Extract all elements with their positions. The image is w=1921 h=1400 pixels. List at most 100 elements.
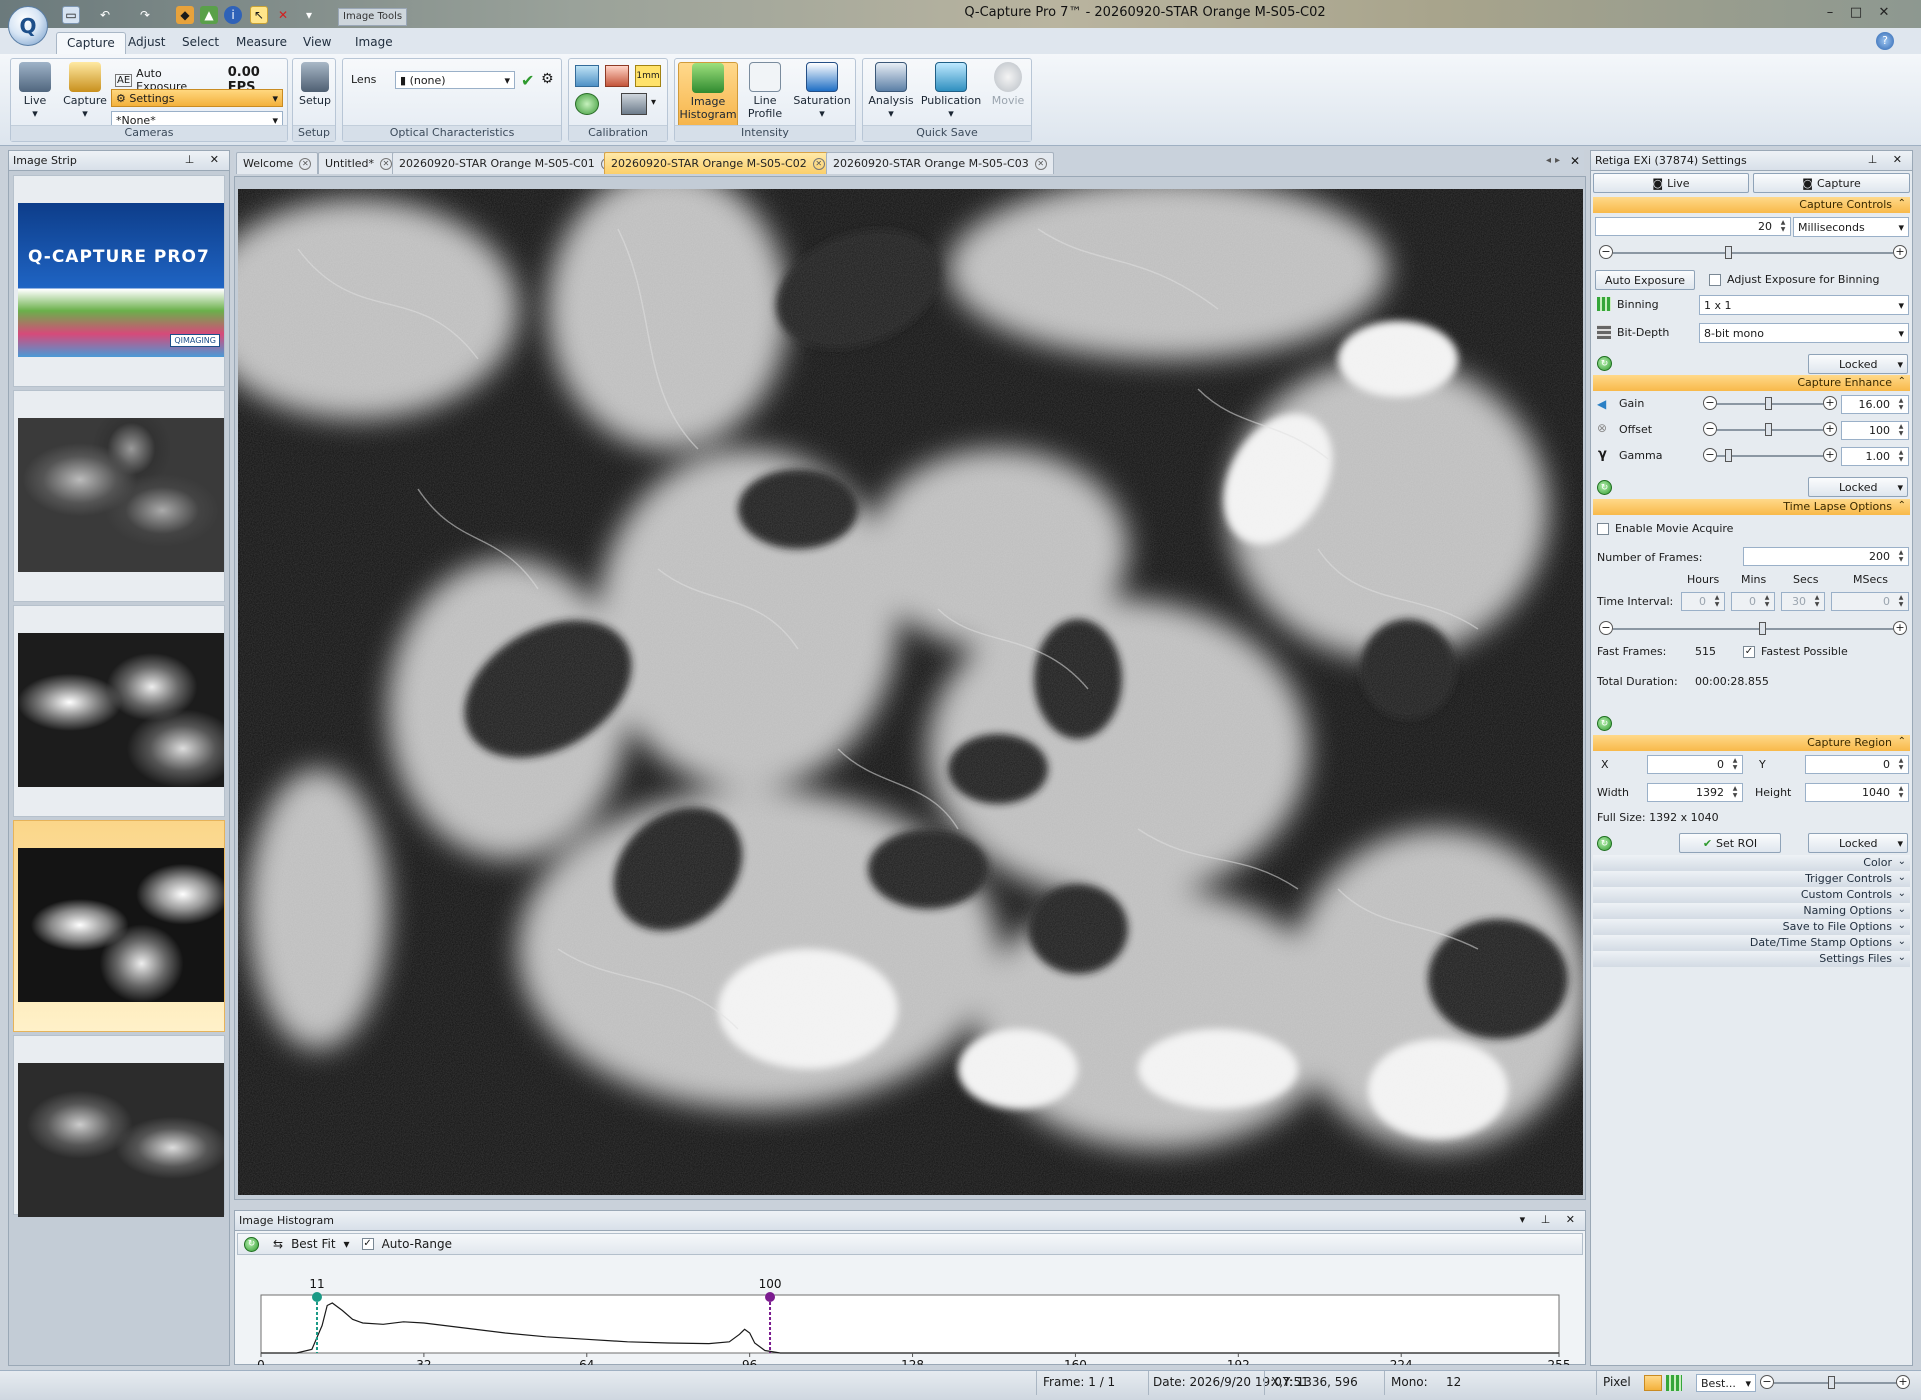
section-settings-files[interactable]: Settings Files ⌄ <box>1593 951 1910 967</box>
minus-icon[interactable]: − <box>1599 245 1613 259</box>
spinner-icon[interactable]: ▲ ▼ <box>1711 594 1723 609</box>
zoom-slider[interactable]: − + <box>1760 1375 1910 1391</box>
slider-thumb[interactable] <box>1725 449 1732 462</box>
msecs-input[interactable]: 0 ▲ ▼ <box>1831 592 1909 611</box>
tab-view[interactable]: View <box>293 32 341 54</box>
close-tab-icon[interactable]: ✕ <box>1034 157 1047 170</box>
plus-icon[interactable]: + <box>1893 621 1907 635</box>
exposure-unit-dropdown[interactable]: Milliseconds ▾ <box>1793 217 1909 237</box>
time-interval-slider[interactable]: − + <box>1599 621 1907 637</box>
offset-slider[interactable]: − + <box>1703 422 1837 438</box>
doc-tab-welcome[interactable]: Welcome ✕ <box>236 152 319 174</box>
gain-input[interactable]: 16.00 ▲ ▼ <box>1841 395 1909 414</box>
tag-icon[interactable]: ◆ <box>176 6 194 24</box>
zoom-dropdown[interactable]: Best... ▾ <box>1696 1374 1756 1392</box>
locked-dropdown[interactable]: Locked ▾ <box>1808 477 1908 497</box>
panel-pin-close-icons[interactable]: ⊥ ✕ <box>185 153 225 166</box>
reset-capture-controls-icon[interactable]: ↻ <box>1597 356 1612 371</box>
binning-dropdown[interactable]: 1 x 1 ▾ <box>1699 295 1909 315</box>
ruler-draw-icon[interactable] <box>605 65 629 87</box>
tab-image[interactable]: Image <box>345 32 403 54</box>
slider-thumb[interactable] <box>1765 397 1772 410</box>
close-document-icon[interactable]: ✕ <box>1570 154 1580 168</box>
spinner-icon[interactable]: ▲ ▼ <box>1895 757 1907 772</box>
camera-calibration-icon[interactable] <box>621 93 647 115</box>
doc-tab-c02[interactable]: 20260920-STAR Orange M-S05-C02 ✕ <box>604 152 832 174</box>
new-window-icon[interactable]: ▭ <box>62 6 80 24</box>
help-icon[interactable]: ? <box>1876 32 1894 50</box>
refresh-calibration-icon[interactable] <box>575 93 599 115</box>
gamma-input[interactable]: 1.00 ▲ ▼ <box>1841 447 1909 466</box>
tab-adjust[interactable]: Adjust <box>118 32 176 54</box>
apply-lens-check-icon[interactable]: ✔ <box>521 71 534 90</box>
minus-icon[interactable]: − <box>1760 1375 1774 1389</box>
chevron-down-icon[interactable]: ▾ <box>344 1237 350 1251</box>
width-input[interactable]: 1392 ▲ ▼ <box>1647 783 1743 802</box>
slider-thumb[interactable] <box>1725 246 1732 259</box>
doc-tab-untitled[interactable]: Untitled* ✕ <box>318 152 400 174</box>
info-icon[interactable]: i <box>224 6 242 24</box>
publication-button[interactable]: Publication ▾ <box>919 62 983 122</box>
tab-scroll-icons[interactable]: ◂▸ <box>1546 155 1564 166</box>
tab-select[interactable]: Select <box>172 32 229 54</box>
grid-view-icon[interactable] <box>1666 1375 1682 1391</box>
section-capture-controls[interactable]: Capture Controls ⌃ <box>1593 197 1910 213</box>
close-image-icon[interactable]: ✕ <box>274 6 292 24</box>
lens-dropdown[interactable]: ▮ (none) ▾ <box>395 71 515 89</box>
micrograph-image[interactable] <box>238 189 1583 1195</box>
spinner-icon[interactable]: ▲ ▼ <box>1895 785 1907 800</box>
close-tab-icon[interactable]: ✕ <box>380 157 393 170</box>
thumbnail-image[interactable] <box>13 605 225 817</box>
offset-input[interactable]: 100 ▲ ▼ <box>1841 421 1909 440</box>
y-input[interactable]: 0 ▲ ▼ <box>1805 755 1909 774</box>
auto-exposure-button[interactable]: Auto Exposure <box>1595 270 1695 290</box>
thumbnail-image-selected[interactable] <box>13 820 225 1032</box>
section-save-to-file-options[interactable]: Save to File Options ⌄ <box>1593 919 1910 935</box>
app-logo[interactable]: Q <box>8 6 48 46</box>
refresh-histogram-icon[interactable]: ↻ <box>244 1236 259 1252</box>
settings-dropdown[interactable]: ⚙ Settings ▾ <box>111 89 283 107</box>
thumbnail-splash[interactable]: Q-CAPTURE PRO7 QIMAGING <box>13 175 225 387</box>
exposure-slider[interactable]: − + <box>1599 245 1907 261</box>
image-viewer[interactable] <box>234 176 1586 1200</box>
histogram-chart[interactable]: 11 100 0 32 64 96 128 160 192 224 255 <box>235 1257 1585 1365</box>
locked-dropdown[interactable]: Locked ▾ <box>1808 354 1908 374</box>
close-tab-icon[interactable]: ✕ <box>812 157 825 170</box>
section-capture-region[interactable]: Capture Region ⌃ <box>1593 735 1910 751</box>
gamma-slider[interactable]: − + <box>1703 448 1837 464</box>
spinner-icon[interactable]: ▲ ▼ <box>1761 594 1773 609</box>
tab-measure[interactable]: Measure <box>226 32 297 54</box>
plus-icon[interactable]: + <box>1893 245 1907 259</box>
qat-customize-icon[interactable]: ▾ <box>300 6 318 24</box>
live-button[interactable]: Live ▾ <box>15 62 55 122</box>
panel-menu-pin-close-icons[interactable]: ▾ ⊥ ✕ <box>1520 1213 1581 1226</box>
minus-icon[interactable]: − <box>1599 621 1613 635</box>
spinner-icon[interactable]: ▲ ▼ <box>1729 785 1741 800</box>
close-window-button[interactable]: ✕ <box>1872 2 1896 22</box>
setup-button[interactable]: Setup <box>297 62 333 122</box>
calibrate-icon[interactable] <box>575 65 599 87</box>
select-pointer-icon[interactable]: ↖ <box>250 6 268 24</box>
mins-input[interactable]: 0 ▲ ▼ <box>1731 592 1775 611</box>
exposure-input[interactable]: 20 ▲ ▼ <box>1595 217 1791 236</box>
lens-settings-gear-icon[interactable]: ⚙ <box>541 71 554 87</box>
doc-tab-c01[interactable]: 20260920-STAR Orange M-S05-C01✕ <box>392 152 620 174</box>
minus-icon[interactable]: − <box>1703 396 1717 410</box>
section-custom-controls[interactable]: Custom Controls ⌄ <box>1593 887 1910 903</box>
chevron-down-icon[interactable]: ▾ <box>651 97 656 108</box>
redo-icon[interactable]: ↷ <box>136 6 154 24</box>
spinner-icon[interactable]: ▲ ▼ <box>1729 757 1741 772</box>
tab-capture[interactable]: Capture <box>56 32 126 54</box>
spinner-icon[interactable]: ▲ ▼ <box>1895 397 1907 412</box>
locked-dropdown[interactable]: Locked ▾ <box>1808 833 1908 853</box>
x-input[interactable]: 0 ▲ ▼ <box>1647 755 1743 774</box>
thumbnail-image[interactable] <box>13 390 225 602</box>
set-roi-button[interactable]: ✔ Set ROI <box>1679 833 1781 853</box>
spinner-icon[interactable]: ▲ ▼ <box>1777 219 1789 234</box>
saturation-button[interactable]: Saturation ▾ <box>791 62 853 122</box>
gain-slider[interactable]: − + <box>1703 396 1837 412</box>
spinner-icon[interactable]: ▲ ▼ <box>1895 594 1907 609</box>
secs-input[interactable]: 30 ▲ ▼ <box>1781 592 1825 611</box>
plus-icon[interactable]: + <box>1823 448 1837 462</box>
section-capture-enhance[interactable]: Capture Enhance ⌃ <box>1593 375 1910 391</box>
